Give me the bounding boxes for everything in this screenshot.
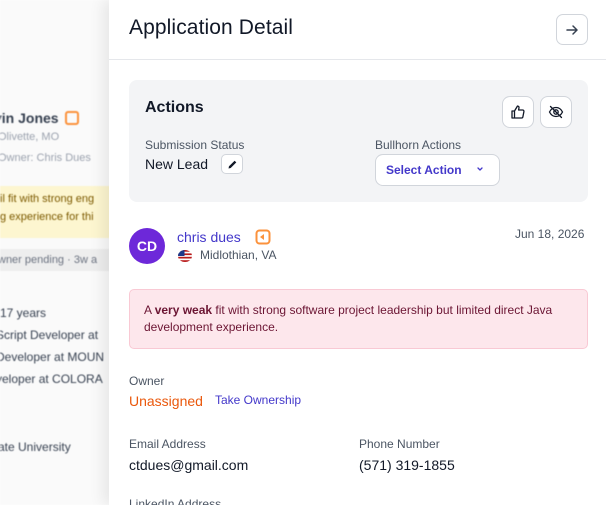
panel-header: Application Detail bbox=[109, 0, 606, 60]
close-panel-button[interactable] bbox=[556, 14, 588, 45]
bullhorn-actions-label: Bullhorn Actions bbox=[375, 138, 462, 152]
bg-job: Script Developer at bbox=[0, 328, 99, 342]
actions-card: Actions Submission Status New Lead Bullh… bbox=[129, 80, 588, 202]
fit-summary: A very weak fit with strong software pro… bbox=[129, 289, 588, 349]
eye-off-icon bbox=[548, 105, 564, 119]
candidate-location: Midlothian, VA bbox=[200, 248, 277, 262]
arrow-right-icon bbox=[566, 24, 578, 35]
candidate-name-link[interactable]: chris dues bbox=[177, 229, 241, 245]
submission-status-label: Submission Status bbox=[145, 138, 245, 152]
edit-status-button[interactable] bbox=[221, 154, 243, 174]
hide-button[interactable] bbox=[540, 96, 572, 128]
thumbs-up-button[interactable] bbox=[502, 96, 534, 128]
linkedin-label: LinkedIn Address bbox=[129, 497, 222, 505]
bg-years: 17 years bbox=[0, 306, 47, 320]
actions-title: Actions bbox=[145, 99, 204, 116]
phone-label: Phone Number bbox=[359, 437, 440, 451]
bg-pending-badge: wner pending · 3w a bbox=[0, 249, 110, 271]
chevron-down-icon bbox=[477, 167, 483, 171]
email-label: Email Address bbox=[129, 437, 206, 451]
bg-university: ate University bbox=[0, 440, 71, 454]
bg-candidate-name[interactable]: vin Jones bbox=[0, 110, 79, 126]
bg-candidate-location: Olivette, MO bbox=[0, 131, 60, 143]
bg-job: Developer at MOUN bbox=[0, 350, 105, 364]
phone-value: (571) 319-1855 bbox=[359, 457, 455, 473]
bg-job: veloper at COLORA bbox=[0, 372, 103, 386]
thumbs-up-icon bbox=[511, 105, 525, 119]
panel-title: Application Detail bbox=[129, 16, 294, 39]
owner-value: Unassigned bbox=[129, 393, 203, 409]
avatar: CD bbox=[129, 228, 165, 264]
bg-fit-highlight: il fit with strong eng g experience for … bbox=[0, 186, 110, 238]
application-date: Jun 18, 2026 bbox=[515, 227, 585, 241]
background-list: vin Jones Olivette, MO Owner: Chris Dues… bbox=[0, 0, 110, 505]
email-value: ctdues@gmail.com bbox=[129, 457, 249, 473]
bullhorn-icon bbox=[255, 229, 271, 245]
application-detail-panel: Application Detail Actions Submission St… bbox=[109, 0, 606, 505]
us-flag-icon bbox=[178, 250, 192, 262]
submission-status-value: New Lead bbox=[145, 156, 209, 172]
owner-label: Owner bbox=[129, 374, 165, 388]
select-action-dropdown[interactable]: Select Action bbox=[375, 154, 500, 186]
take-ownership-link[interactable]: Take Ownership bbox=[215, 393, 301, 407]
bullhorn-icon bbox=[64, 111, 79, 125]
pencil-icon bbox=[228, 160, 236, 168]
bg-candidate-owner: Owner: Chris Dues bbox=[0, 152, 91, 164]
